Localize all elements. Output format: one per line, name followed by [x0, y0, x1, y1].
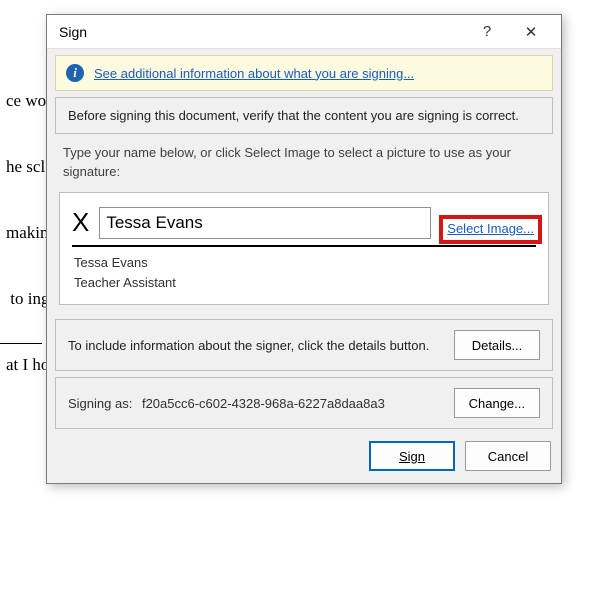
- close-button[interactable]: ✕: [509, 17, 553, 47]
- dialog-footer: Sign Cancel: [47, 435, 561, 483]
- help-button[interactable]: ?: [465, 17, 509, 47]
- type-instruction: Type your name below, or click Select Im…: [59, 140, 549, 192]
- signature-x-label: X: [72, 207, 89, 238]
- verify-text: Before signing this document, verify tha…: [68, 108, 519, 123]
- signer-details: Tessa Evans Teacher Assistant: [72, 247, 536, 295]
- verify-panel: Before signing this document, verify tha…: [55, 97, 553, 134]
- signer-name: Tessa Evans: [74, 253, 534, 274]
- signing-as-panel: Signing as: f20a5cc6-c602-4328-968a-6227…: [55, 377, 553, 429]
- signing-as-label: Signing as:: [68, 396, 132, 411]
- cancel-button[interactable]: Cancel: [465, 441, 551, 471]
- info-banner: i See additional information about what …: [55, 55, 553, 91]
- info-icon: i: [66, 64, 84, 82]
- sign-button[interactable]: Sign: [369, 441, 455, 471]
- signature-box: X Select Image... Tessa Evans Teacher As…: [59, 192, 549, 306]
- info-link[interactable]: See additional information about what yo…: [94, 66, 414, 81]
- details-panel: To include information about the signer,…: [55, 319, 553, 371]
- titlebar: Sign ? ✕: [47, 15, 561, 49]
- sign-dialog: Sign ? ✕ i See additional information ab…: [46, 14, 562, 484]
- document-rule: [0, 343, 42, 344]
- close-icon: ✕: [525, 23, 538, 41]
- signature-area: Type your name below, or click Select Im…: [55, 140, 553, 313]
- signer-title: Teacher Assistant: [74, 273, 534, 294]
- details-button[interactable]: Details...: [454, 330, 540, 360]
- signing-as-value: f20a5cc6-c602-4328-968a-6227a8daa8a3: [142, 396, 385, 411]
- change-button[interactable]: Change...: [454, 388, 540, 418]
- dialog-title: Sign: [59, 24, 87, 40]
- signature-name-input[interactable]: [99, 207, 431, 239]
- select-image-link[interactable]: Select Image...: [447, 221, 534, 236]
- select-image-highlight: Select Image...: [439, 215, 542, 244]
- details-text: To include information about the signer,…: [68, 338, 444, 353]
- help-icon: ?: [483, 23, 491, 40]
